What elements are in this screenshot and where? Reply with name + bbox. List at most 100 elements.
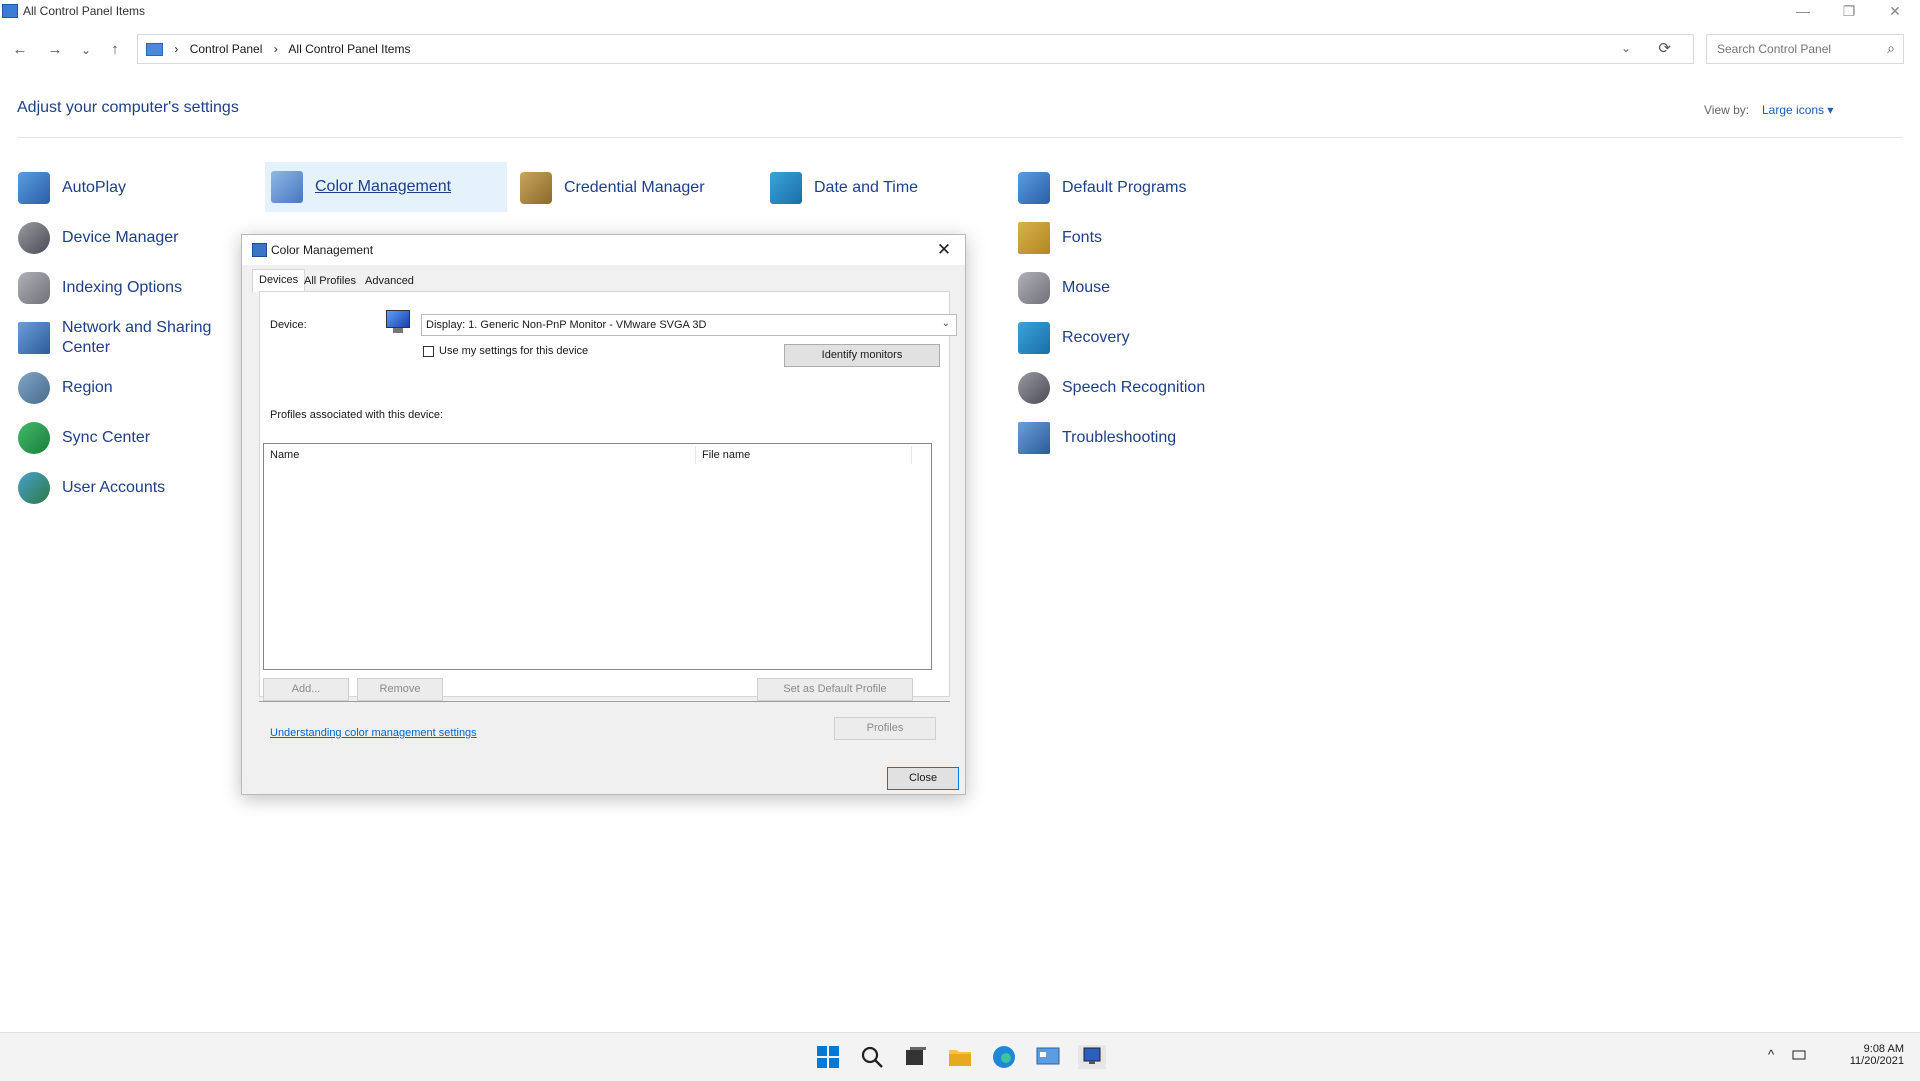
breadcrumb-separator: › [273,42,278,56]
search-icon[interactable] [860,1045,884,1069]
item-troubleshooting[interactable]: Troubleshooting [1018,416,1176,460]
device-select[interactable]: Display: 1. Generic Non-PnP Monitor - VM… [421,314,957,336]
recent-locations-button[interactable]: ⌄ [72,37,100,63]
item-label: Credential Manager [564,179,705,196]
monitor-stand [393,328,403,333]
item-credential-manager[interactable]: Credential Manager [520,166,705,210]
dialog-title: Color Management [271,243,374,257]
clock[interactable]: 9:08 AM 11/20/2021 [1828,1043,1904,1067]
troubleshooting-icon [1018,422,1050,454]
user-accounts-icon [18,472,50,504]
calendar-icon [770,172,802,204]
item-label: Region [62,379,113,396]
add-profile-button[interactable]: Add... [263,678,349,701]
dialog-close-icon[interactable]: ✕ [931,238,957,262]
edge-icon[interactable] [992,1045,1016,1069]
item-label: Mouse [1062,279,1111,296]
breadcrumb-all-items[interactable]: All Control Panel Items [288,42,410,56]
view-by-label: View by: [1704,103,1750,117]
item-color-management[interactable]: Color Management [265,162,507,212]
back-button[interactable]: ← [6,37,34,63]
devices-panel: Device: Display: 1. Generic Non-PnP Moni… [259,291,957,701]
item-region[interactable]: Region [18,366,113,410]
item-label: Date and Time [814,179,919,196]
item-fonts[interactable]: Fonts [1018,216,1102,260]
refresh-icon[interactable]: ⟳ [1658,39,1671,57]
item-date-time[interactable]: Date and Time [770,166,918,210]
breadcrumb-control-panel[interactable]: Control Panel [190,42,263,56]
close-window-button[interactable]: ✕ [1872,0,1918,24]
profiles-button[interactable]: Profiles [834,717,936,740]
default-programs-icon [1018,172,1050,204]
control-panel-icon [2,4,18,18]
item-network-sharing[interactable]: Network and Sharing Center [18,316,218,360]
address-dropdown-icon[interactable]: ⌄ [1621,41,1631,55]
column-header-file-name[interactable]: File name [696,444,911,466]
use-my-settings-label[interactable]: Use my settings for this device [439,345,588,357]
mouse-icon [1018,272,1050,304]
view-by-dropdown[interactable]: Large icons ▾ [1762,103,1833,117]
window-titlebar: All Control Panel Items — ❐ ✕ [0,0,1920,24]
use-my-settings-checkbox[interactable] [423,346,434,357]
color-management-taskbar-icon[interactable] [1078,1045,1106,1069]
breadcrumb-separator: › [174,42,179,56]
item-label: Device Manager [62,229,179,246]
column-header-name[interactable]: Name [264,444,695,466]
item-autoplay[interactable]: AutoPlay [18,166,126,210]
clock-time: 9:08 AM [1863,1043,1904,1055]
remove-profile-button[interactable]: Remove [357,678,443,701]
page-title: Adjust your computer's settings [17,99,239,116]
minimize-button[interactable]: — [1780,0,1826,24]
item-label: User Accounts [62,479,166,496]
search-box[interactable]: ⌕ [1706,34,1904,64]
tray-chevron-icon[interactable]: ^ [1768,1047,1774,1062]
item-default-programs[interactable]: Default Programs [1018,166,1187,210]
item-label: Troubleshooting [1062,429,1177,446]
forward-button[interactable]: → [41,37,69,63]
chevron-down-icon: ⌄ [941,318,950,329]
item-sync-center[interactable]: Sync Center [18,416,150,460]
address-bar[interactable]: › Control Panel › All Control Panel Item… [137,34,1694,64]
help-link[interactable]: Understanding color management settings [270,727,477,739]
control-panel-taskbar-icon[interactable] [1036,1045,1060,1069]
search-icon[interactable]: ⌕ [1887,40,1895,57]
profiles-label: Profiles associated with this device: [270,409,444,421]
search-input[interactable] [1715,41,1879,57]
item-label: Indexing Options [62,279,183,296]
task-view-icon[interactable] [904,1045,928,1069]
item-indexing-options[interactable]: Indexing Options [18,266,182,310]
globe-icon [18,372,50,404]
color-management-icon [271,171,303,203]
item-user-accounts[interactable]: User Accounts [18,466,165,510]
tab-advanced[interactable]: Advanced [359,271,420,291]
set-default-profile-button[interactable]: Set as Default Profile [757,678,913,701]
item-label: Network and Sharing Center [62,319,212,356]
item-mouse[interactable]: Mouse [1018,266,1110,310]
sync-icon [18,422,50,454]
identify-monitors-button[interactable]: Identify monitors [784,344,940,367]
up-button[interactable]: ↑ [101,37,129,63]
profiles-list[interactable]: Name File name [263,443,932,670]
item-label: Sync Center [62,429,151,446]
tab-all-profiles[interactable]: All Profiles [298,271,362,291]
item-label: Fonts [1062,229,1103,246]
start-icon[interactable] [816,1045,840,1069]
item-label: Recovery [1062,329,1130,346]
window-title: All Control Panel Items [23,4,146,18]
item-label: Speech Recognition [1062,379,1206,396]
device-select-value: Display: 1. Generic Non-PnP Monitor - VM… [426,319,707,331]
file-explorer-icon[interactable] [948,1045,972,1069]
network-tray-icon[interactable] [1792,1048,1806,1065]
restore-button[interactable]: ❐ [1826,0,1872,24]
item-label: Color Management [315,178,452,195]
microphone-icon [1018,372,1050,404]
monitor-screen [386,310,410,328]
column-separator[interactable] [911,446,912,464]
dialog-divider [259,701,950,702]
autoplay-icon [18,172,50,204]
close-button[interactable]: Close [887,767,959,790]
item-speech-recognition[interactable]: Speech Recognition [1018,366,1205,410]
monitor-icon [384,310,412,334]
item-device-manager[interactable]: Device Manager [18,216,179,260]
item-recovery[interactable]: Recovery [1018,316,1130,360]
